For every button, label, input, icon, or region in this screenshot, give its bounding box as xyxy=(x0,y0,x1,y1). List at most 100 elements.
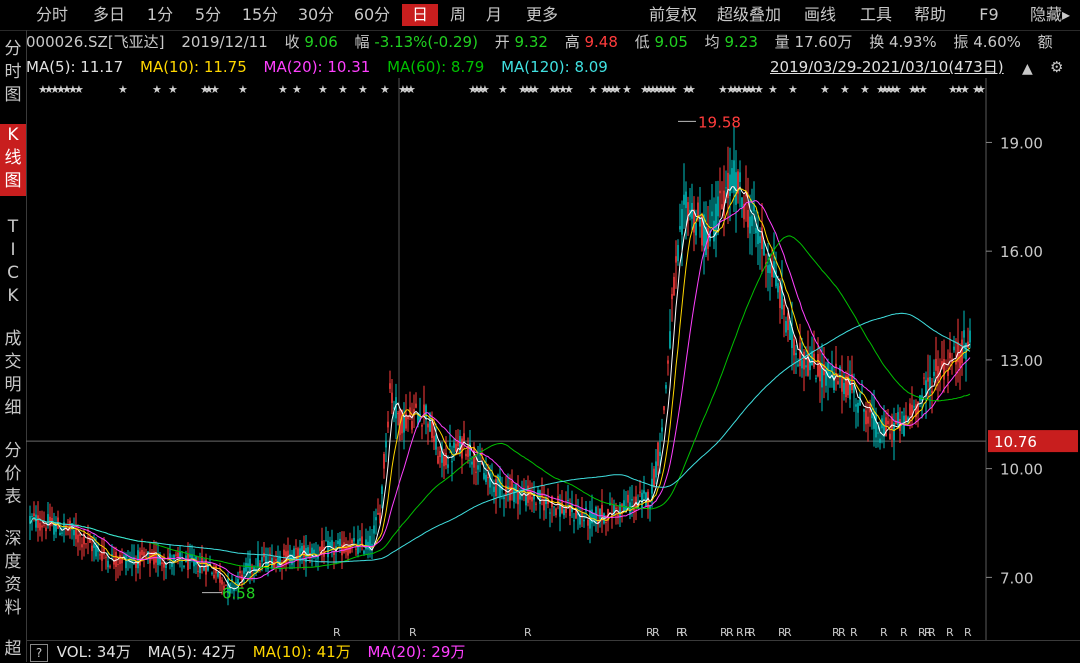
candle-body xyxy=(877,432,879,434)
candle-body xyxy=(567,499,569,501)
candle-body xyxy=(679,226,681,230)
candle-body xyxy=(517,491,519,505)
date-range[interactable]: 2019/03/29-2021/03/10(473日) xyxy=(770,56,1004,78)
candle-body xyxy=(953,346,955,351)
amplitude-value: 4.60% xyxy=(973,33,1021,51)
price-tick-label: 7.00 xyxy=(1000,569,1033,587)
candle-body xyxy=(337,540,339,544)
period-tab-1min[interactable]: 1分 xyxy=(140,4,180,26)
candle-body xyxy=(451,461,453,463)
candle-body xyxy=(837,381,839,385)
period-tab-5min[interactable]: 5分 xyxy=(188,4,228,26)
vol-ma5-legend: MA(5): 42万 xyxy=(147,643,237,661)
event-star-icon: ★ xyxy=(380,83,390,96)
kline-chart[interactable]: ★★★★★★★ ★ ★ ★ ★★★ ★ ★ ★ ★ ★ ★ ★ ★★★ ★★★★ ★ ★★★★ ★★★★ ★ ★★★… xyxy=(26,78,1080,640)
candle-body xyxy=(599,508,601,519)
candle-body xyxy=(587,519,589,526)
nav-depth-info[interactable]: 深 度 资 料 xyxy=(0,528,26,624)
candle-body xyxy=(443,456,445,467)
candle-body xyxy=(327,540,329,558)
event-star-icon: ★ xyxy=(480,83,490,96)
candle-body xyxy=(445,452,447,466)
candle-body xyxy=(403,414,405,433)
nav-price-table[interactable]: 分 价 表 xyxy=(0,440,26,512)
price-tick-label: 16.00 xyxy=(1000,243,1043,261)
event-star-icon: ★ xyxy=(238,83,248,96)
candle-body xyxy=(747,210,749,228)
lock-icon[interactable]: ▲ xyxy=(1022,58,1033,80)
candle-body xyxy=(455,443,457,452)
candle-body xyxy=(569,505,571,517)
nav-kline-chart[interactable]: K 线 图 xyxy=(0,124,26,196)
candle-body xyxy=(179,552,181,558)
candle-body xyxy=(799,342,801,367)
candle-body xyxy=(661,427,663,432)
ma120-legend: MA(120): 8.09 xyxy=(501,58,608,76)
candle-body xyxy=(75,528,77,540)
event-star-icon: ★ xyxy=(840,83,850,96)
help-icon[interactable]: ? xyxy=(30,644,48,662)
candle-body xyxy=(61,532,63,534)
candle-body xyxy=(333,552,335,555)
period-tab-month[interactable]: 月 xyxy=(480,4,508,26)
candle-body xyxy=(339,538,341,546)
draw-line-button[interactable]: 画线 xyxy=(798,4,842,26)
super-overlay-button[interactable]: 超级叠加 xyxy=(710,4,788,26)
event-star-icon: ★ xyxy=(152,83,162,96)
candle-body xyxy=(245,562,247,572)
f9-button[interactable]: F9 xyxy=(972,4,1006,26)
candle-body xyxy=(561,501,563,513)
settings-gear-icon[interactable]: ⚙ xyxy=(1050,56,1063,78)
candle-body xyxy=(355,548,357,550)
candle-body xyxy=(697,202,699,217)
candle-body xyxy=(531,496,533,502)
candle-body xyxy=(125,554,127,569)
nav-tick[interactable]: T I C K xyxy=(0,216,26,312)
period-tab-fenshi[interactable]: 分时 xyxy=(28,4,76,26)
stock-code: 000026.SZ[飞亚达] xyxy=(26,33,165,51)
nav-fenshi-chart[interactable]: 分 时 图 xyxy=(0,38,26,110)
candle-body xyxy=(631,499,633,501)
period-tab-15min[interactable]: 15分 xyxy=(236,4,284,26)
candle-body xyxy=(197,570,199,572)
hide-button[interactable]: 隐藏▸ xyxy=(1022,4,1078,26)
candle-body xyxy=(41,525,43,528)
candle-body xyxy=(107,560,109,568)
candle-body xyxy=(617,514,619,517)
candle-body xyxy=(381,486,383,494)
help-button[interactable]: 帮助 xyxy=(908,4,952,26)
candle-body xyxy=(653,468,655,488)
event-star-icon: ★ xyxy=(530,83,540,96)
nav-super[interactable]: 超 xyxy=(0,638,26,662)
candle-body xyxy=(353,537,355,542)
period-tab-multiday[interactable]: 多日 xyxy=(84,4,134,26)
period-tab-day[interactable]: 日 xyxy=(402,4,438,26)
candle-body xyxy=(269,553,271,555)
candle-body xyxy=(313,549,315,554)
period-tab-week[interactable]: 周 xyxy=(444,4,472,26)
adjust-forward-button[interactable]: 前复权 xyxy=(644,4,702,26)
candle-body xyxy=(251,565,253,569)
nav-trade-detail[interactable]: 成 交 明 细 xyxy=(0,328,26,424)
candle-body xyxy=(801,360,803,369)
period-tab-60min[interactable]: 60分 xyxy=(348,4,396,26)
period-tab-more[interactable]: 更多 xyxy=(518,4,566,26)
candle-body xyxy=(615,507,617,510)
candle-body xyxy=(959,351,961,368)
candle-body xyxy=(793,338,795,356)
candle-body xyxy=(325,540,327,542)
amplitude-label: 振 xyxy=(953,33,969,51)
candle-body xyxy=(103,548,105,555)
candle-body xyxy=(123,555,125,557)
candle-body xyxy=(411,421,413,430)
candle-body xyxy=(493,486,495,493)
candle-body xyxy=(897,412,899,426)
candle-body xyxy=(121,558,123,564)
candle-body xyxy=(377,512,379,515)
candle-body xyxy=(857,402,859,413)
tools-button[interactable]: 工具 xyxy=(854,4,898,26)
period-tab-30min[interactable]: 30分 xyxy=(292,4,340,26)
candle-body xyxy=(759,236,761,243)
candle-body xyxy=(347,546,349,556)
candle-body xyxy=(535,503,537,505)
